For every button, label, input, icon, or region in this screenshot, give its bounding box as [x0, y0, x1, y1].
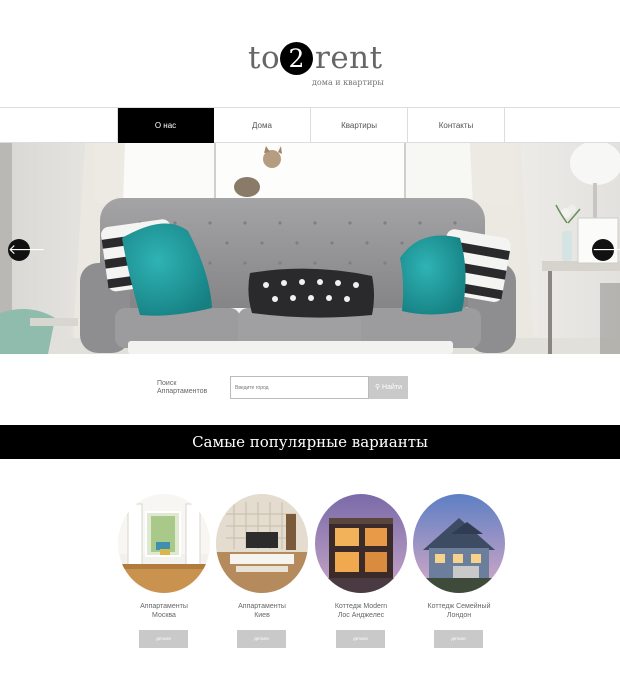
listing-title-line2: Лос Анджелес [337, 612, 385, 619]
hero-image-living-room [0, 143, 620, 354]
details-button[interactable]: детали [336, 630, 385, 648]
listing-title-line1: Коттедж Семейный [427, 603, 491, 610]
logo-text-rent: rent [315, 40, 383, 76]
details-button[interactable]: детали [139, 630, 188, 648]
listing-title-line1: Аппартаменты [140, 603, 188, 610]
search-city-input[interactable] [230, 376, 369, 399]
search-label: Поиск Аппартаментов [157, 380, 208, 395]
logo-text-to: to [248, 40, 281, 76]
logo-number-badge: 2 [280, 42, 313, 75]
listing-title: Аппартаменты Москва [108, 602, 220, 620]
listing-title: Коттедж Modern Лос Анджелес [305, 602, 417, 620]
nav-item-apartments[interactable]: Квартиры [311, 108, 408, 143]
listing-image[interactable] [315, 494, 407, 593]
listing-title-line2: Москва [152, 612, 176, 619]
arrow-right-icon[interactable]: 🡒 [592, 239, 620, 261]
logo-tagline: дома и квартиры [312, 78, 384, 87]
search-icon: ⚲ [374, 384, 381, 391]
popular-heading: Самые популярные варианты [0, 425, 620, 459]
listing-image[interactable] [216, 494, 308, 593]
hero-slider: 🡐 🡒 [0, 143, 620, 354]
listing-card: Аппартаменты Киев детали [216, 494, 308, 648]
listing-title-line1: Коттедж Modern [334, 603, 388, 610]
listing-card: Коттедж Семейный Лондон детали [413, 494, 505, 648]
listing-card: Коттедж Modern Лос Анджелес детали [315, 494, 407, 648]
nav-item-about[interactable]: О нас [117, 108, 214, 143]
listing-image[interactable] [118, 494, 210, 593]
listing-title: Коттедж Семейный Лондон [403, 602, 515, 620]
listing-image[interactable] [413, 494, 505, 593]
listing-title-line2: Киев [254, 612, 270, 619]
details-button[interactable]: детали [237, 630, 286, 648]
listing-title: Аппартаменты Киев [206, 602, 318, 620]
nav-item-contacts[interactable]: Контакты [408, 108, 505, 143]
search-button-label: Найти [382, 384, 403, 391]
site-logo[interactable]: to 2 rent дома и квартиры [0, 40, 620, 90]
listing-title-line2: Лондон [446, 612, 472, 619]
search-button[interactable]: ⚲ Найти [369, 376, 408, 399]
arrow-left-icon[interactable]: 🡐 [8, 239, 46, 261]
nav-item-houses[interactable]: Дома [214, 108, 311, 143]
main-nav: О нас Дома Квартиры Контакты [0, 107, 620, 143]
listing-title-line1: Аппартаменты [238, 603, 286, 610]
listing-card: Аппартаменты Москва детали [118, 494, 210, 648]
details-button[interactable]: детали [434, 630, 483, 648]
